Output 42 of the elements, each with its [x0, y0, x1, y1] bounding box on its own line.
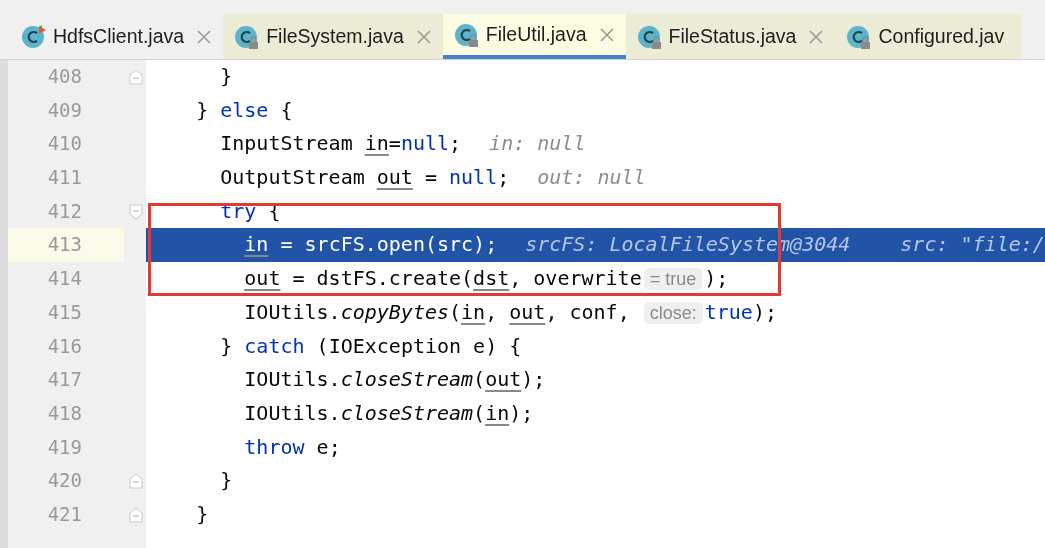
editor-tab[interactable]: FileSystem.java	[223, 14, 443, 59]
fold-icon[interactable]	[129, 68, 143, 85]
close-icon[interactable]	[416, 29, 431, 44]
fold-icon[interactable]	[129, 506, 143, 523]
close-icon[interactable]	[809, 29, 824, 44]
inline-value: out: null	[537, 165, 646, 190]
line-number: 408	[46, 64, 83, 89]
fold-icon[interactable]	[129, 473, 143, 490]
code-line: InputStream in=null; in: null	[219, 130, 587, 158]
line-number: 412	[46, 198, 83, 224]
editor-tab[interactable]: Configured.jav	[835, 14, 1023, 59]
inline-value: in: null	[489, 131, 586, 156]
line-number: 414	[46, 266, 83, 292]
code-line: throw e;	[243, 433, 342, 461]
fold-icon[interactable]	[129, 203, 143, 220]
editor-tab[interactable]: FileStatus.java	[625, 14, 836, 59]
line-number: 418	[46, 400, 83, 426]
parameter-hint: close:	[643, 301, 703, 324]
line-number: 413	[8, 228, 124, 263]
close-icon[interactable]	[599, 27, 614, 42]
line-number: 417	[46, 367, 83, 393]
code-line: } else {	[195, 96, 294, 124]
close-icon[interactable]	[197, 29, 212, 44]
line-number: 410	[46, 131, 83, 157]
code-line: } catch (IOException e) {	[219, 332, 523, 360]
line-number: 416	[46, 333, 83, 359]
inline-value: src: "file:/	[900, 232, 1045, 257]
line-number: 415	[46, 299, 83, 325]
editor-tab[interactable]: FileUtil.java	[442, 14, 626, 59]
code-line: IOUtils.closeStream(out);	[243, 366, 547, 394]
parameter-hint: = true	[643, 268, 703, 291]
line-number: 421	[46, 501, 83, 527]
code-line: }	[219, 63, 234, 90]
code-line: OutputStream out = null; out: null	[219, 164, 647, 192]
code-line: }	[195, 500, 210, 528]
code-line: IOUtils.closeStream(in);	[243, 399, 535, 427]
code-line: }	[219, 467, 234, 495]
line-number: 411	[46, 165, 83, 191]
line-number: 420	[46, 468, 83, 494]
line-number: 409	[46, 97, 83, 123]
code-line: IOUtils.copyBytes(in, out, conf, close: true);	[243, 298, 778, 326]
line-number: 419	[46, 434, 83, 460]
